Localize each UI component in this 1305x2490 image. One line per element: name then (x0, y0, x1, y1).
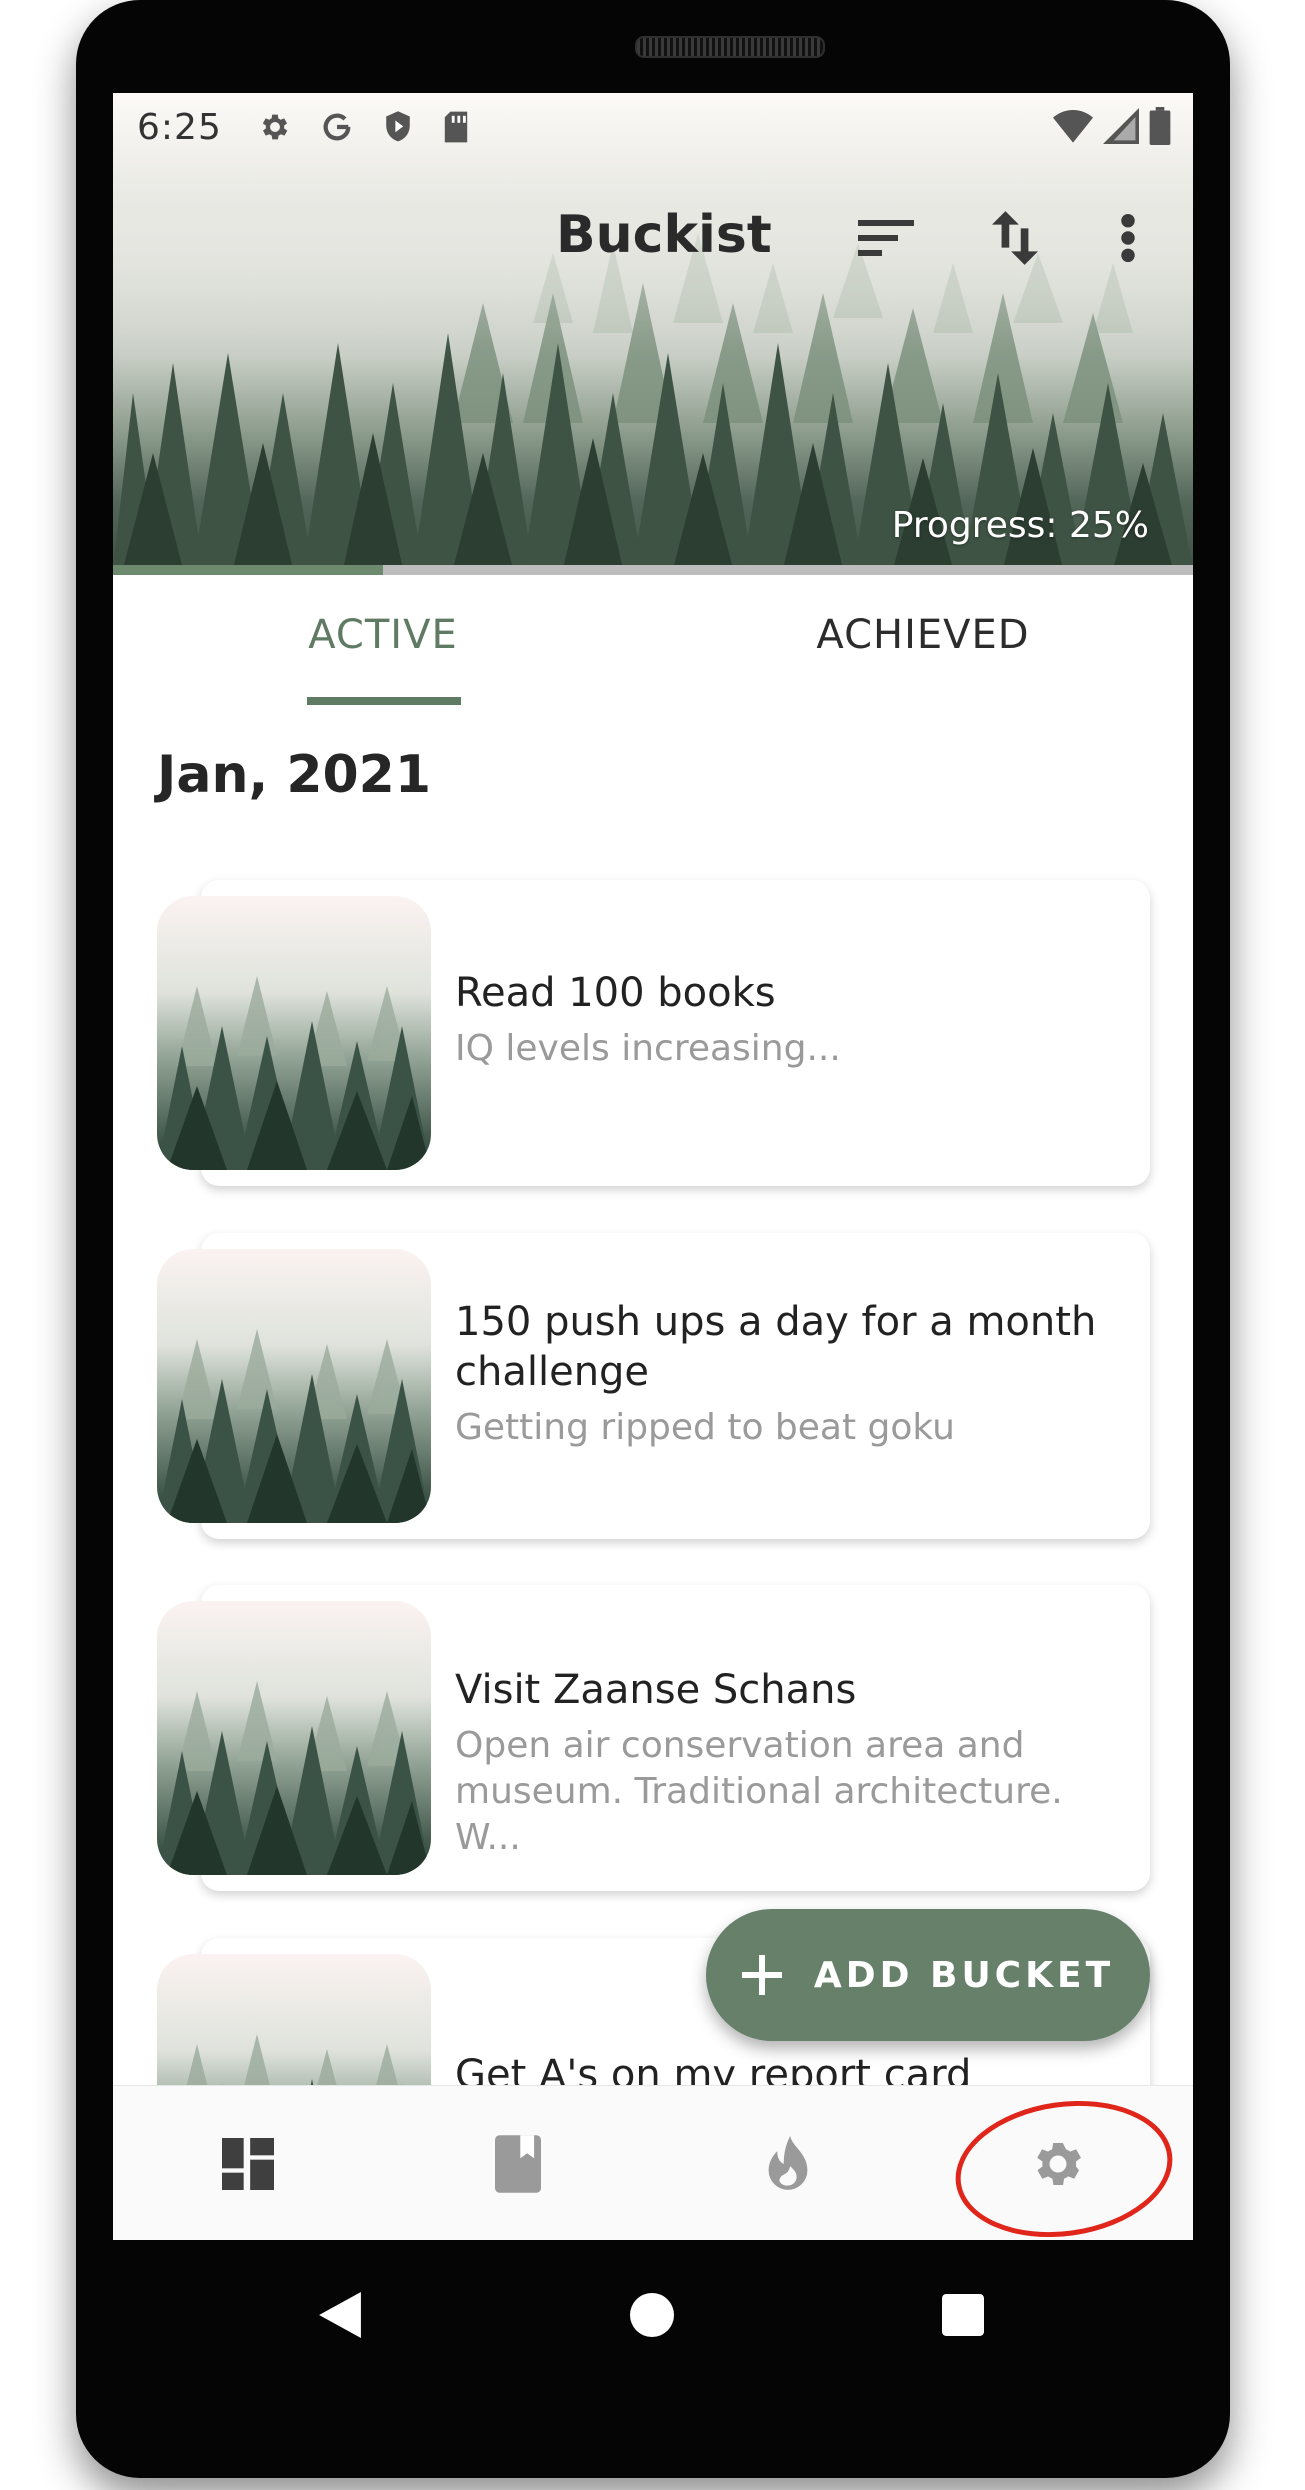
sort-icon (858, 220, 914, 256)
recents-button[interactable] (928, 2280, 998, 2350)
nav-streaks[interactable] (653, 2086, 923, 2240)
progress-label: Progress: 25% (891, 505, 1149, 546)
battery-icon (1149, 107, 1171, 145)
system-navigation-bar (113, 2240, 1193, 2390)
bucket-card[interactable]: Visit Zaanse Schans Open air conservatio… (157, 1585, 1150, 1895)
nav-journal[interactable] (383, 2086, 653, 2240)
dashboard-icon (222, 2137, 274, 2190)
nav-dashboard[interactable] (113, 2086, 383, 2240)
more-vertical-icon (1121, 213, 1135, 263)
card-title: Read 100 books (455, 970, 776, 1016)
card-subtitle: IQ levels increasing... (455, 1028, 841, 1069)
app-title: Buckist (556, 205, 772, 265)
card-title: 150 push ups a day for a month challenge (455, 1299, 1097, 1395)
shield-status-icon (386, 111, 410, 142)
back-button[interactable] (305, 2280, 375, 2350)
phone-speaker (635, 36, 825, 58)
swap-vertical-icon (992, 211, 1038, 265)
bucket-card[interactable]: Read 100 books IQ levels increasing... (157, 880, 1150, 1190)
tab-achieved[interactable]: ACHIEVED (653, 575, 1193, 695)
card-subtitle: Open air conservation area and museum. T… (455, 1725, 1063, 1858)
google-status-icon (323, 113, 351, 141)
back-triangle-icon (319, 2292, 361, 2338)
status-time: 6:25 (137, 106, 222, 148)
app-screen: 6:25 Buckist Progress: 25% ACTIVE ACHIEV… (113, 93, 1193, 2240)
home-circle-icon (630, 2293, 674, 2337)
card-thumbnail (157, 1601, 431, 1875)
status-bar: 6:25 (113, 93, 1193, 161)
wifi-icon (1053, 110, 1093, 143)
card-thumbnail (157, 896, 431, 1170)
bottom-navigation (113, 2085, 1193, 2240)
tab-bar: ACTIVE ACHIEVED (113, 575, 1193, 695)
card-subtitle: Getting ripped to beat goku (455, 1407, 955, 1448)
add-bucket-label: ADD BUCKET (813, 1954, 1115, 1996)
month-heading: Jan, 2021 (157, 745, 432, 805)
sort-button[interactable] (851, 203, 921, 273)
sd-card-status-icon (444, 111, 468, 143)
tab-indicator (307, 697, 461, 705)
swap-order-button[interactable] (980, 203, 1050, 273)
add-bucket-button[interactable]: ADD BUCKET (706, 1909, 1150, 2041)
book-icon (495, 2134, 541, 2193)
card-title: Visit Zaanse Schans (455, 1667, 857, 1713)
bucket-card[interactable]: 150 push ups a day for a month challenge… (157, 1233, 1150, 1543)
flame-icon (768, 2135, 808, 2190)
progress-bar-fill (113, 565, 383, 575)
signal-icon (1103, 108, 1139, 144)
recents-square-icon (942, 2294, 984, 2336)
plus-icon (741, 1955, 782, 1995)
tab-active[interactable]: ACTIVE (113, 575, 653, 695)
header-banner (113, 93, 1193, 569)
forest-header-image (113, 93, 1193, 569)
home-button[interactable] (617, 2280, 687, 2350)
progress-bar (113, 565, 1193, 575)
card-thumbnail (157, 1249, 431, 1523)
settings-status-icon (262, 114, 288, 140)
more-options-button[interactable] (1093, 203, 1163, 273)
